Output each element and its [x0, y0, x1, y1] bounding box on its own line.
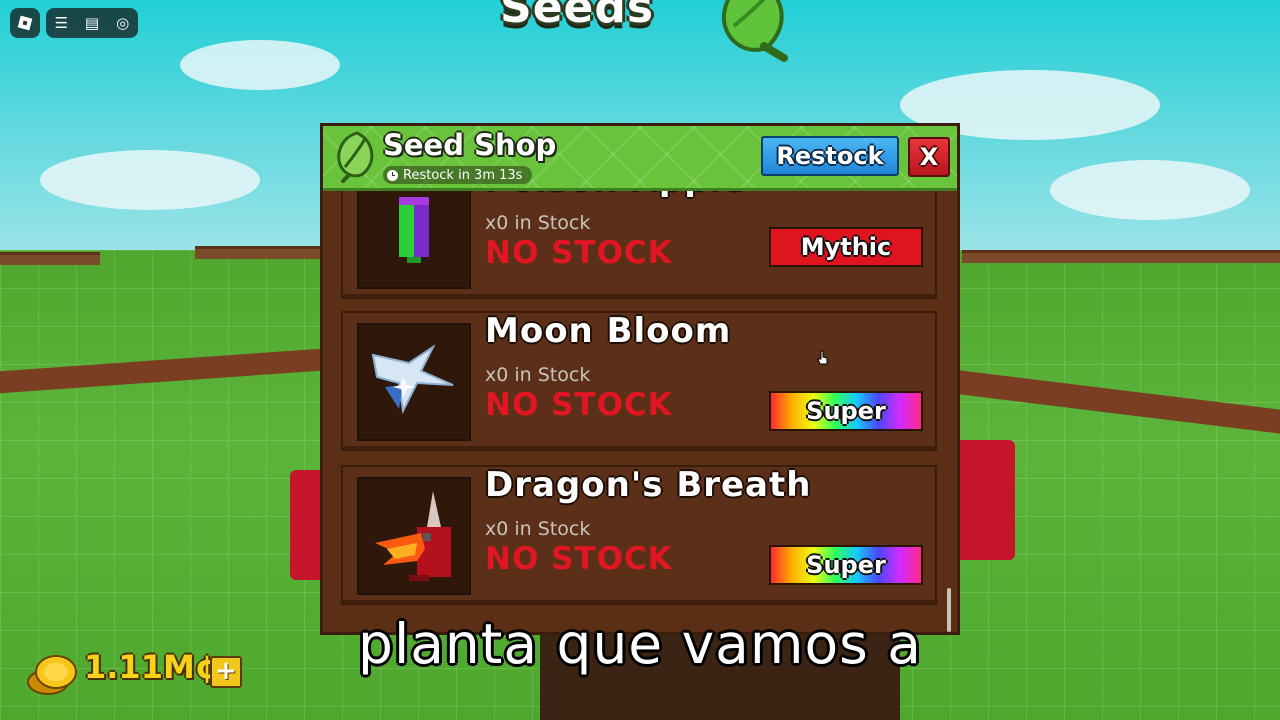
fence: [0, 252, 100, 265]
stock-count: x0 in Stock: [485, 364, 591, 386]
cloud: [1050, 160, 1250, 220]
restock-timer-text: Restock in 3m 13s: [403, 167, 523, 183]
stock-count: x0 in Stock: [485, 212, 591, 234]
roblox-topbar: ☰ ▤ ◎: [46, 8, 138, 38]
rarity-badge[interactable]: Super: [769, 391, 923, 431]
cloud: [180, 40, 340, 90]
cloud: [40, 150, 260, 210]
headset-icon[interactable]: ◎: [112, 14, 134, 32]
dragons-breath-icon: [375, 491, 451, 581]
seed-name: Poison Apple: [485, 191, 746, 199]
roblox-menu-button[interactable]: [10, 8, 40, 38]
shop-header: Seed Shop Restock in 3m 13s Restock X: [323, 126, 957, 191]
leaf-icon: [721, 0, 788, 62]
seed-name: Moon Bloom: [485, 311, 732, 351]
video-subtitle: planta que vamos a: [358, 612, 922, 676]
rarity-badge[interactable]: Super: [769, 545, 923, 585]
fence: [195, 246, 320, 259]
stock-status: NO STOCK: [485, 387, 673, 423]
menu-icon[interactable]: ☰: [50, 14, 72, 32]
shop-title: Seed Shop: [383, 128, 557, 162]
hand-cursor-icon: [817, 350, 828, 365]
red-plant: [955, 440, 1015, 560]
moon-bloom-icon: [371, 344, 454, 415]
seed-item-dragons-breath[interactable]: Dragon's Breath x0 in Stock NO STOCK Sup…: [341, 465, 937, 605]
seed-item-poison-apple[interactable]: Poison Apple x0 in Stock NO STOCK Mythic: [341, 191, 937, 299]
restock-button[interactable]: Restock: [761, 136, 899, 176]
stock-count: x0 in Stock: [485, 518, 591, 540]
seed-item-moon-bloom[interactable]: Moon Bloom x0 in Stock NO STOCK Super: [341, 311, 937, 451]
seed-list[interactable]: Poison Apple x0 in Stock NO STOCK Mythic…: [341, 191, 937, 627]
stock-status: NO STOCK: [485, 541, 673, 577]
seeds-sign-title: Seeds: [500, 0, 655, 33]
seed-name: Dragon's Breath: [485, 465, 812, 505]
seed-shop-window: Seed Shop Restock in 3m 13s Restock X Po…: [320, 123, 960, 635]
moon-bloom-thumbnail: [357, 323, 471, 441]
dragons-breath-thumbnail: [357, 477, 471, 595]
leaf-icon: [337, 131, 374, 183]
fence: [962, 250, 1280, 263]
roblox-logo-icon: [17, 15, 33, 31]
clock-icon: [387, 169, 398, 181]
stock-status: NO STOCK: [485, 235, 673, 271]
chat-icon[interactable]: ▤: [81, 14, 103, 32]
close-button[interactable]: X: [908, 137, 950, 177]
poison-apple-icon: [399, 197, 429, 263]
poison-apple-thumbnail: [357, 191, 471, 289]
restock-timer: Restock in 3m 13s: [383, 166, 533, 184]
rarity-badge[interactable]: Mythic: [769, 227, 923, 267]
